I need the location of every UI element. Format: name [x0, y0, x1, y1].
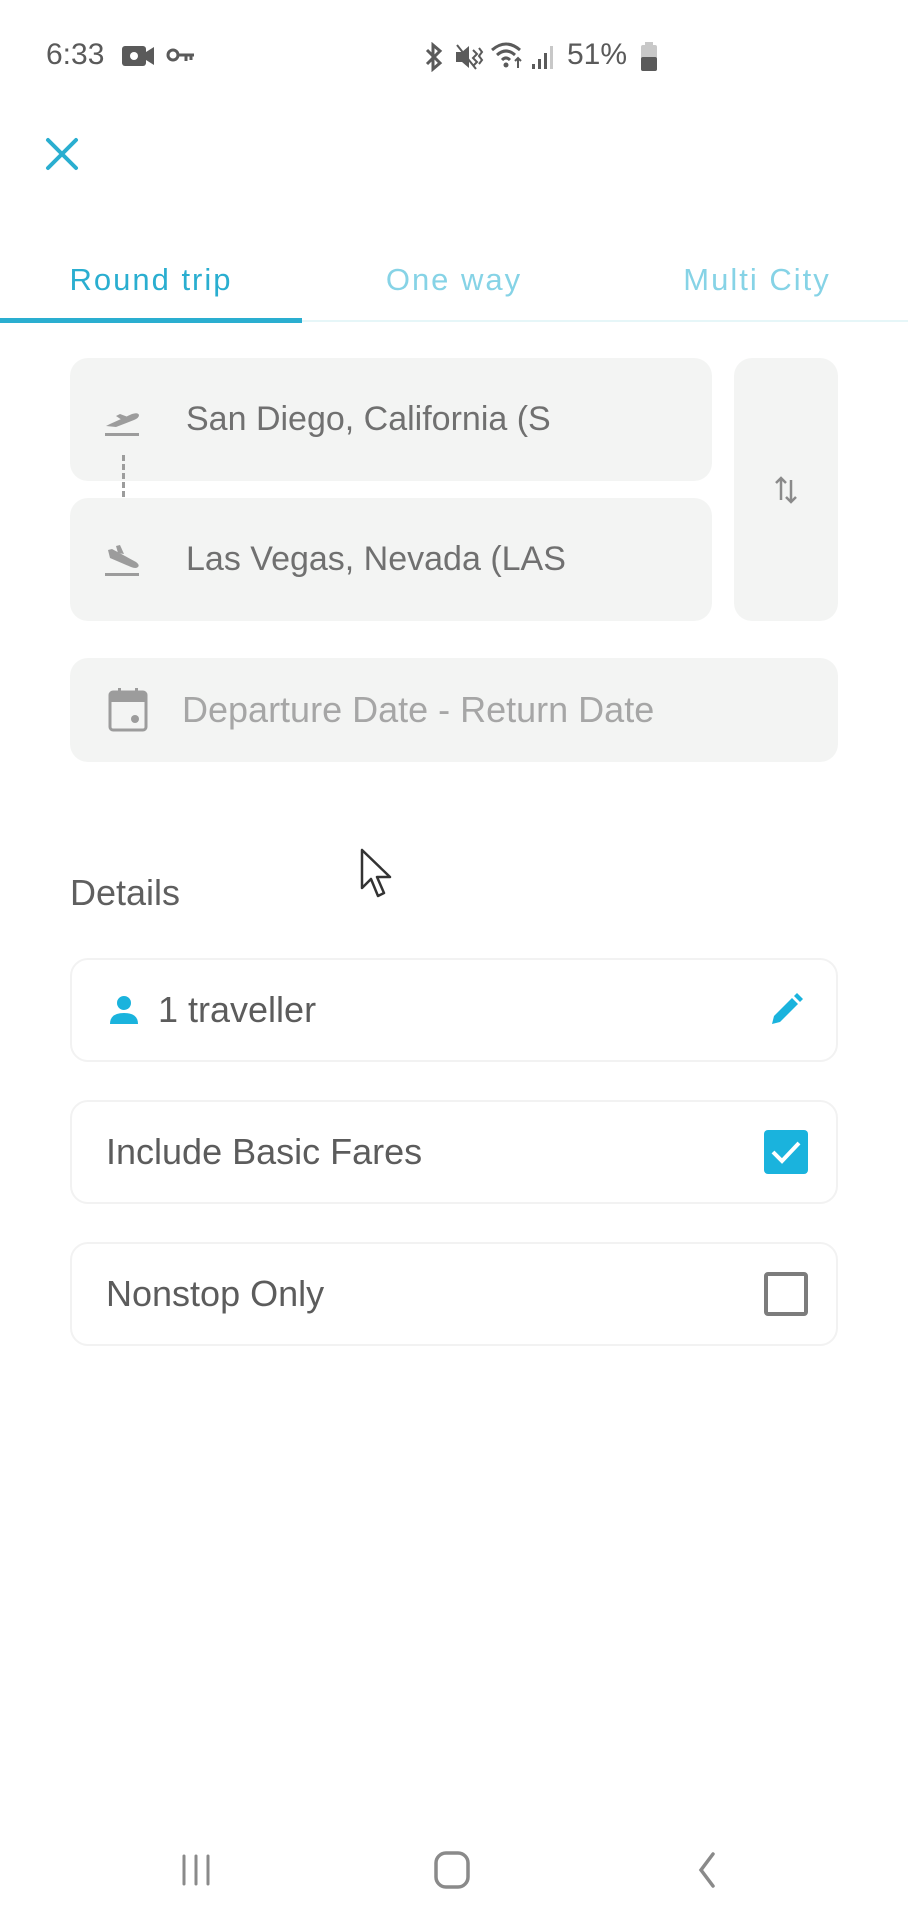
system-nav-bar: [0, 1820, 908, 1920]
tab-multi-city[interactable]: Multi City: [606, 252, 908, 308]
include-basic-fares-row[interactable]: Include Basic Fares: [70, 1100, 838, 1204]
recent-apps-icon: [182, 1854, 210, 1886]
vibrate-mute-icon: [454, 42, 484, 76]
home-icon: [434, 1851, 470, 1889]
include-basic-fares-checkbox[interactable]: [764, 1130, 808, 1174]
travellers-label: 1 traveller: [158, 989, 317, 1030]
mouse-cursor-icon: [360, 848, 392, 898]
nonstop-only-row[interactable]: Nonstop Only: [70, 1242, 838, 1346]
status-time: 6:33: [46, 38, 105, 71]
active-tab-indicator: [0, 318, 302, 323]
flight-takeoff-icon: [105, 413, 139, 436]
tab-one-way[interactable]: One way: [302, 252, 606, 308]
travellers-row[interactable]: 1 traveller: [70, 958, 838, 1062]
recent-apps-button[interactable]: [156, 1842, 236, 1898]
signal-icon: [530, 42, 558, 74]
destination-input[interactable]: Las Vegas, Nevada (LAS: [70, 498, 712, 621]
swap-vertical-icon: [775, 475, 797, 504]
destination-value: Las Vegas, Nevada (LAS: [186, 540, 566, 578]
bluetooth-icon: [422, 41, 446, 76]
origin-input[interactable]: San Diego, California (S: [70, 358, 712, 481]
calendar-icon: [108, 688, 148, 732]
date-range-input[interactable]: Departure Date - Return Date: [70, 658, 838, 762]
origin-value: San Diego, California (S: [186, 400, 551, 438]
swap-locations-button[interactable]: [734, 358, 838, 621]
checkmark-icon: [771, 1141, 801, 1164]
trip-type-tabs: Round trip One way Multi City: [0, 240, 908, 323]
date-placeholder: Departure Date - Return Date: [182, 689, 655, 730]
video-camera-icon: [122, 44, 156, 72]
back-button[interactable]: [666, 1842, 746, 1898]
close-button[interactable]: [40, 132, 84, 176]
flight-land-icon: [105, 545, 139, 576]
close-icon: [46, 138, 78, 170]
tab-round-trip[interactable]: Round trip: [0, 252, 302, 308]
person-icon: [110, 996, 138, 1024]
wifi-icon: [490, 40, 526, 74]
nonstop-only-label: Nonstop Only: [106, 1273, 325, 1314]
include-basic-fares-label: Include Basic Fares: [106, 1131, 423, 1172]
battery-icon: [640, 42, 658, 76]
details-heading: Details: [70, 872, 181, 913]
vpn-key-icon: [166, 46, 196, 70]
edit-pencil-icon[interactable]: [768, 992, 804, 1028]
battery-percent: 51%: [567, 38, 628, 71]
back-icon: [698, 1852, 715, 1888]
status-bar: 6:33 51%: [0, 0, 908, 110]
nonstop-only-checkbox[interactable]: [764, 1272, 808, 1316]
home-button[interactable]: [412, 1842, 492, 1898]
